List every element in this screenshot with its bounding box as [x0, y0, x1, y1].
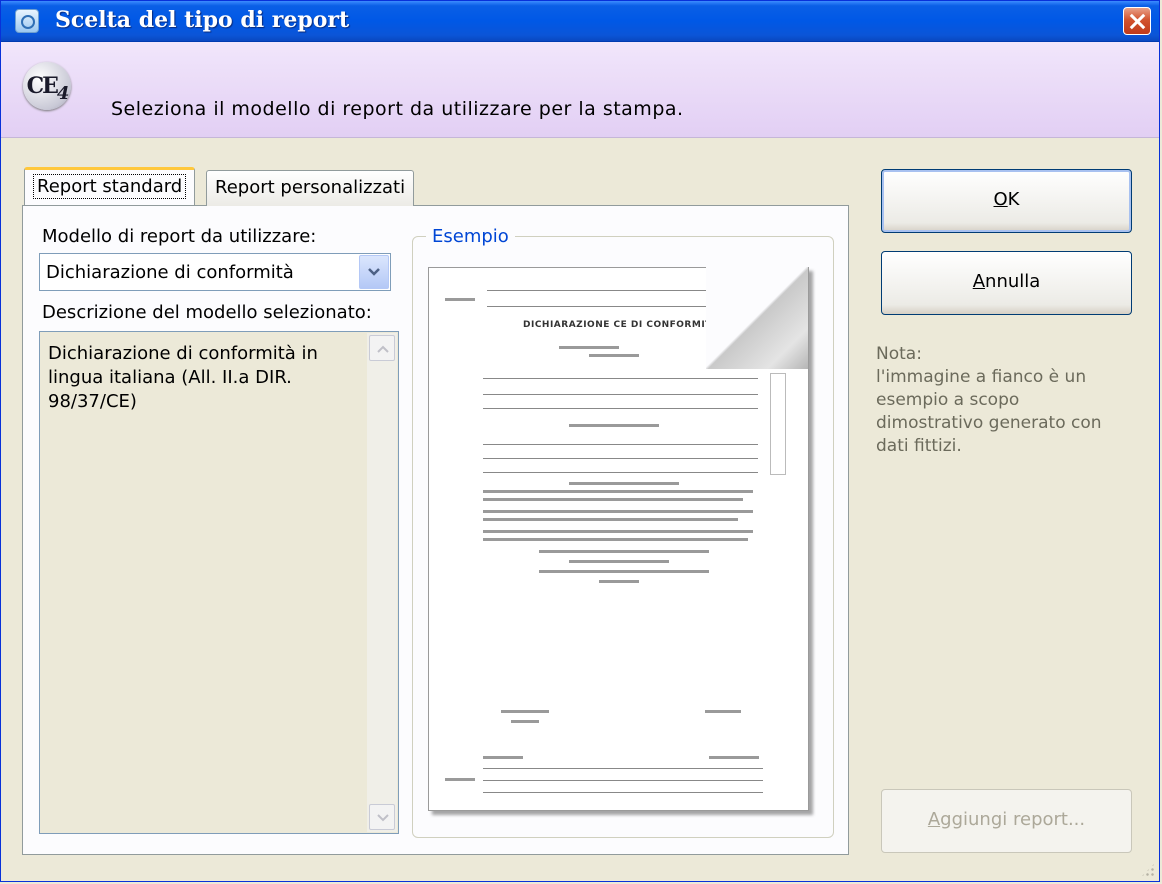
- logo-subscript: 4: [56, 83, 69, 104]
- chevron-up-icon: [377, 345, 389, 353]
- cancel-label: nnulla: [985, 271, 1041, 292]
- cancel-mnemonic: A: [972, 271, 986, 292]
- preview-side-stamp: [770, 373, 786, 475]
- add-report-button[interactable]: Aggiungi report...: [881, 789, 1132, 853]
- title-bar[interactable]: Scelta del tipo di report: [1, 1, 1159, 42]
- add-report-label: ggiungi report...: [940, 809, 1086, 830]
- ok-mnemonic: O: [993, 189, 1008, 210]
- scroll-up-button[interactable]: [369, 335, 395, 361]
- scroll-down-button[interactable]: [369, 804, 395, 830]
- tab-report-standard[interactable]: Report standard: [24, 167, 196, 205]
- chevron-down-icon: [368, 268, 380, 276]
- header-band: CE4 Seleziona il modello di report da ut…: [1, 42, 1159, 138]
- app-icon: [15, 9, 39, 33]
- logo-text: CE: [26, 73, 59, 99]
- tab-label: Report standard: [33, 174, 187, 199]
- cancel-button[interactable]: Annulla: [881, 251, 1132, 315]
- model-label: Modello di report da utilizzare:: [42, 226, 317, 247]
- example-group-title: Esempio: [426, 226, 515, 247]
- model-select[interactable]: Dichiarazione di conformità: [39, 253, 391, 291]
- page-fold: [706, 267, 808, 369]
- tab-label: Report personalizzati: [215, 177, 406, 198]
- dropdown-button[interactable]: [359, 255, 389, 289]
- description-label: Descrizione del modello selezionato:: [42, 302, 372, 323]
- window-title: Scelta del tipo di report: [55, 7, 350, 33]
- note-text: Nota: l'immagine a fianco è un esempio a…: [876, 344, 1102, 456]
- chevron-down-icon: [377, 814, 389, 822]
- ok-button[interactable]: OK: [881, 169, 1132, 233]
- ok-label: K: [1007, 189, 1020, 210]
- tab-report-personalizzati[interactable]: Report personalizzati: [206, 170, 415, 206]
- ce-logo-icon: CE4: [23, 62, 71, 110]
- description-box[interactable]: Dichiarazione di conformità in lingua it…: [39, 331, 399, 834]
- description-text: Dichiarazione di conformità in lingua it…: [48, 343, 318, 412]
- add-report-mnemonic: A: [927, 809, 941, 830]
- model-select-value: Dichiarazione di conformità: [46, 262, 294, 283]
- close-button[interactable]: [1123, 7, 1151, 35]
- description-scrollbar[interactable]: [367, 333, 397, 832]
- instruction-text: Seleziona il modello di report da utiliz…: [111, 98, 684, 120]
- preview-doc-title: DICHIARAZIONE CE DI CONFORMITA': [523, 320, 722, 330]
